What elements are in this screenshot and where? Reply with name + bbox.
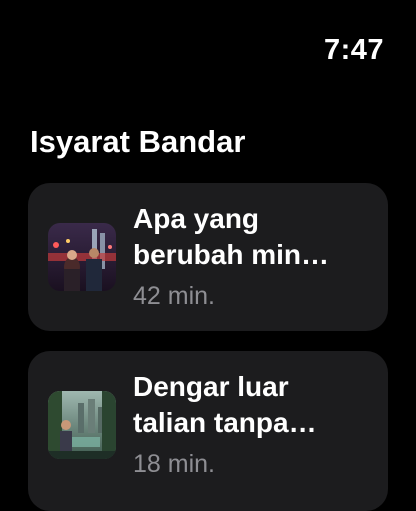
episode-card[interactable]: Dengar luar talian tanpa… 18 min.: [28, 351, 388, 511]
episode-title-line-1: Apa yang: [133, 203, 260, 234]
episode-card[interactable]: Apa yang berubah min… 42 min.: [28, 183, 388, 331]
episode-title-line-2: talian tanpa…: [133, 407, 317, 438]
episode-artwork: [48, 391, 116, 459]
episode-artwork: [48, 223, 116, 291]
episode-title-line-2: berubah min…: [133, 239, 330, 270]
section-title: Isyarat Bandar: [30, 124, 246, 159]
episode-duration: 42 min.: [133, 282, 215, 310]
episode-duration: 18 min.: [133, 450, 215, 478]
episode-title-line-1: Dengar luar: [133, 371, 289, 402]
status-time: 7:47: [323, 34, 384, 66]
